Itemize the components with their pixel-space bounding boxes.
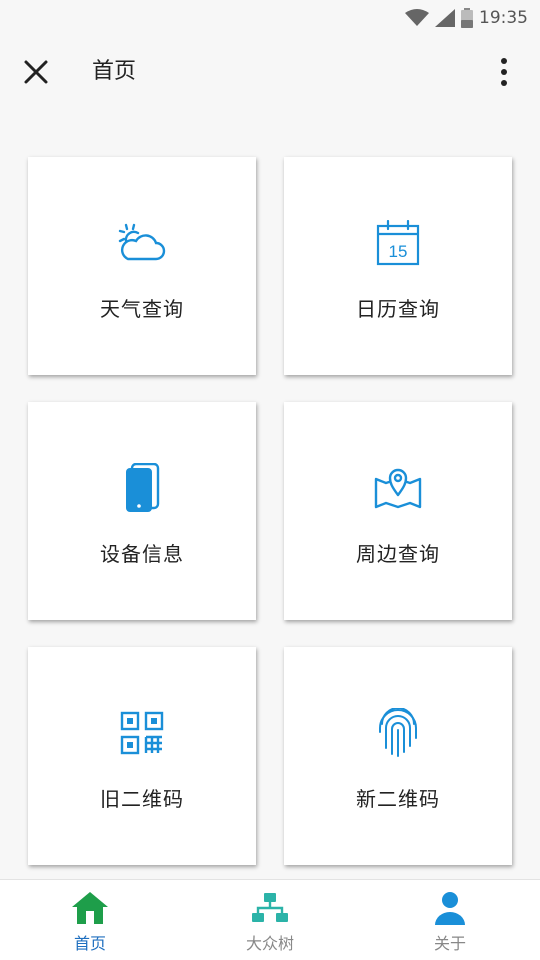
nav-label: 大众树 bbox=[245, 934, 294, 953]
status-time: 19:35 bbox=[479, 8, 528, 28]
bottom-nav: 首页 大众树 关于 bbox=[0, 879, 540, 960]
status-bar: 19:35 bbox=[0, 0, 540, 36]
qr-code-icon bbox=[118, 709, 166, 757]
card-device[interactable]: 设备信息 bbox=[28, 402, 256, 620]
card-label: 周边查询 bbox=[356, 542, 440, 566]
card-label: 天气查询 bbox=[100, 297, 184, 321]
card-label: 日历查询 bbox=[356, 297, 440, 321]
wifi-icon bbox=[405, 9, 429, 27]
fingerprint-icon bbox=[374, 708, 422, 757]
device-icon bbox=[118, 463, 166, 512]
more-vertical-icon bbox=[501, 58, 507, 86]
signal-icon bbox=[435, 9, 455, 27]
card-label: 旧二维码 bbox=[100, 787, 184, 811]
nav-item-about[interactable]: 关于 bbox=[360, 880, 540, 960]
nav-label: 首页 bbox=[73, 934, 106, 953]
card-nearby[interactable]: 周边查询 bbox=[284, 402, 512, 620]
card-label: 新二维码 bbox=[356, 787, 440, 811]
calendar-day-text: 15 bbox=[389, 242, 408, 261]
page-title: 首页 bbox=[92, 59, 137, 84]
calendar-icon: 15 bbox=[374, 219, 422, 267]
home-icon bbox=[70, 890, 110, 926]
card-old-qr[interactable]: 旧二维码 bbox=[28, 647, 256, 865]
person-icon bbox=[430, 890, 470, 926]
nav-label: 关于 bbox=[433, 934, 466, 953]
nav-item-home[interactable]: 首页 bbox=[0, 880, 180, 960]
card-new-qr[interactable]: 新二维码 bbox=[284, 647, 512, 865]
tree-icon bbox=[250, 890, 290, 926]
close-button[interactable] bbox=[14, 50, 58, 94]
card-label: 设备信息 bbox=[100, 542, 184, 566]
nav-item-tree[interactable]: 大众树 bbox=[180, 880, 360, 960]
more-options-button[interactable] bbox=[482, 50, 526, 94]
battery-icon bbox=[461, 8, 473, 28]
app-bar: 首页 bbox=[0, 36, 540, 108]
card-calendar[interactable]: 15 日历查询 bbox=[284, 157, 512, 375]
feature-grid: 天气查询 15 日历查询 设备信息 周边查询 旧二维码 新二维码 bbox=[28, 157, 514, 865]
close-icon bbox=[24, 60, 48, 84]
card-weather[interactable]: 天气查询 bbox=[28, 157, 256, 375]
weather-icon bbox=[118, 219, 166, 267]
map-pin-icon bbox=[374, 464, 422, 512]
